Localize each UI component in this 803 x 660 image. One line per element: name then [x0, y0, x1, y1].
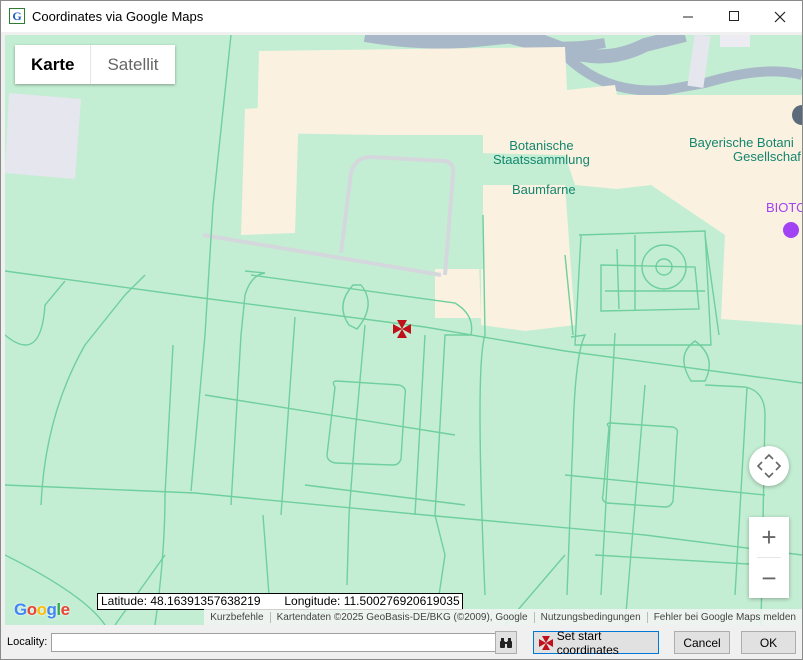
minimize-icon — [682, 16, 693, 18]
poi-line: Gesellschaf — [733, 149, 801, 164]
maximize-button[interactable] — [711, 1, 757, 32]
zoom-in-button[interactable]: + — [749, 517, 789, 557]
app-window: G Coordinates via Google Maps Karte Sate… — [0, 0, 803, 660]
locality-input[interactable] — [51, 633, 496, 652]
poi-line: Botanische — [509, 138, 574, 153]
title-bar: G Coordinates via Google Maps — [1, 1, 802, 32]
cancel-button[interactable]: Cancel — [674, 631, 730, 654]
museum-pin-icon[interactable] — [783, 222, 799, 238]
start-marker-icon[interactable] — [392, 319, 412, 339]
map-type-satellit[interactable]: Satellit — [90, 45, 174, 84]
close-button[interactable] — [757, 1, 803, 32]
map-attribution: Kurzbefehle Kartendaten ©2025 GeoBasis-D… — [204, 609, 802, 625]
binoculars-icon — [500, 637, 512, 648]
set-start-coordinates-button[interactable]: Set start coordinates — [533, 628, 659, 657]
locality-label: Locality: — [7, 636, 48, 648]
zoom-control: + − — [749, 517, 789, 598]
map-type-karte[interactable]: Karte — [15, 45, 90, 84]
move-icon — [756, 453, 782, 479]
coordinates-display: Latitude: 48.16391357638219 Longitude: 1… — [97, 593, 463, 610]
zoom-out-button[interactable]: − — [749, 558, 789, 598]
terms-link[interactable]: Nutzungsbedingungen — [535, 611, 648, 623]
map-data-text: Kartendaten ©2025 GeoBasis-DE/BKG (©2009… — [271, 611, 535, 623]
report-error-link[interactable]: Fehler bei Google Maps melden — [648, 612, 802, 623]
minimize-button[interactable] — [665, 1, 711, 32]
google-logo[interactable]: Google — [14, 600, 70, 620]
ok-button[interactable]: OK — [741, 631, 796, 654]
longitude-value: Longitude: 11.500276920619035 — [284, 594, 460, 608]
poi-line: Bayerische Botani — [689, 135, 794, 150]
bottom-bar: Locality: Set start coordinates Cancel O… — [1, 628, 802, 659]
shortcuts-link[interactable]: Kurzbefehle — [204, 611, 271, 623]
set-start-label: Set start coordinates — [556, 628, 619, 657]
search-button[interactable] — [495, 631, 517, 654]
window-title: Coordinates via Google Maps — [32, 9, 204, 24]
camera-control-button[interactable] — [749, 446, 789, 486]
close-icon — [774, 11, 786, 22]
map-type-control: Karte Satellit — [15, 45, 175, 84]
map-view[interactable]: Karte Satellit Botanische Staatssammlung… — [5, 35, 802, 625]
poi-label: Bayerische Botani Gesellschaf — [689, 136, 801, 164]
poi-label: Baumfarne — [512, 182, 576, 197]
latitude-value: Latitude: 48.16391357638219 — [101, 594, 261, 608]
start-marker-icon — [539, 635, 553, 650]
poi-line: Staatssammlung — [493, 152, 590, 167]
poi-label: Botanische Staatssammlung — [493, 139, 590, 167]
poi-label: BIOTO — [766, 200, 802, 215]
app-icon: G — [9, 8, 25, 24]
maximize-icon — [728, 11, 739, 21]
